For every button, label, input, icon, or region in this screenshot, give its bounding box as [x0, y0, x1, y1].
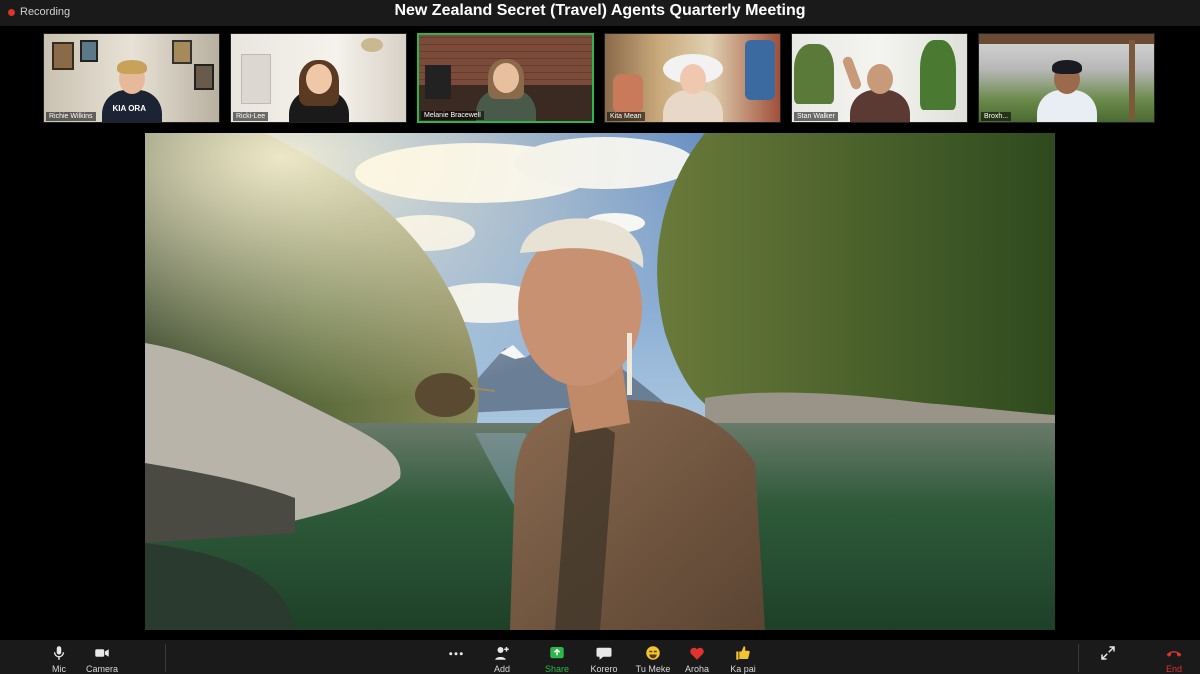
- participant-name: Richie Wilkins: [46, 112, 96, 121]
- chat-bubble-icon: [596, 647, 612, 660]
- participant-name: Broxh...: [981, 112, 1012, 121]
- participant-video: KIA ORA: [97, 60, 167, 122]
- meeting-toolbar: Mic Camera Add Share Korero Tu Meke Aroh…: [0, 640, 1200, 674]
- hang-up-phone-icon: [1166, 651, 1182, 657]
- end-call-button[interactable]: End: [1150, 644, 1198, 674]
- end-label: End: [1165, 664, 1182, 674]
- main-speaker-video[interactable]: [145, 133, 1055, 630]
- expand-arrows-icon: [1101, 646, 1115, 660]
- add-user-icon: [495, 647, 509, 660]
- speaker-scene: [145, 133, 1055, 630]
- participant-tile[interactable]: Broxh...: [978, 33, 1155, 123]
- participant-name: Kita Mean: [607, 112, 645, 121]
- participant-strip: KIA ORA Richie Wilkins Ricki-Lee Melanie…: [43, 33, 1157, 123]
- more-dots-icon: [449, 652, 463, 656]
- participant-tile[interactable]: KIA ORA Richie Wilkins: [43, 33, 220, 123]
- participant-name: Melanie Bracewell: [421, 111, 484, 120]
- meeting-title: New Zealand Secret (Travel) Agents Quart…: [394, 2, 806, 19]
- participant-name: Ricki-Lee: [233, 112, 269, 121]
- fullscreen-button[interactable]: [1084, 644, 1132, 664]
- mic-button[interactable]: Mic: [35, 644, 83, 674]
- aroha-reaction-button[interactable]: Aroha: [673, 644, 721, 674]
- korero-chat-button[interactable]: Korero: [580, 644, 628, 674]
- ka-pai-reaction-button[interactable]: Ka pai: [719, 644, 767, 674]
- participant-video: [658, 54, 728, 122]
- toolbar-divider: [1078, 644, 1079, 672]
- microphone-icon: [53, 646, 65, 660]
- shirt-text: KIA ORA: [112, 104, 146, 113]
- thumbs-up-icon: [736, 646, 750, 660]
- mic-label: Mic: [52, 664, 66, 674]
- camera-button[interactable]: Camera: [78, 644, 126, 674]
- korero-label: Korero: [590, 664, 618, 674]
- video-camera-icon: [95, 649, 109, 657]
- heart-icon: [690, 647, 704, 660]
- aroha-label: Aroha: [684, 664, 710, 674]
- add-participant-button[interactable]: Add: [478, 644, 526, 674]
- share-arrow-icon: [550, 647, 564, 659]
- participant-video: [840, 55, 915, 122]
- share-label: Share: [544, 664, 570, 674]
- tu-meke-label: Tu Meke: [635, 664, 671, 674]
- tu-meke-reaction-button[interactable]: Tu Meke: [629, 644, 677, 674]
- add-label: Add: [493, 664, 510, 674]
- participant-tile[interactable]: Ricki-Lee: [230, 33, 407, 123]
- top-bar: Recording New Zealand Secret (Travel) Ag…: [0, 0, 1200, 26]
- camera-label: Camera: [85, 664, 118, 674]
- participant-tile[interactable]: Stan Walker: [791, 33, 968, 123]
- share-screen-button[interactable]: Share: [533, 644, 581, 674]
- participant-video: [284, 60, 354, 122]
- participant-tile[interactable]: Kita Mean: [604, 33, 781, 123]
- grinning-face-icon: [646, 646, 660, 660]
- ka-pai-label: Ka pai: [730, 664, 756, 674]
- participant-tile-active-speaker[interactable]: Melanie Bracewell: [417, 33, 594, 123]
- participant-video: [1032, 60, 1102, 122]
- toolbar-divider: [165, 644, 166, 672]
- participant-name: Stan Walker: [794, 112, 838, 121]
- more-options-button[interactable]: [432, 644, 480, 664]
